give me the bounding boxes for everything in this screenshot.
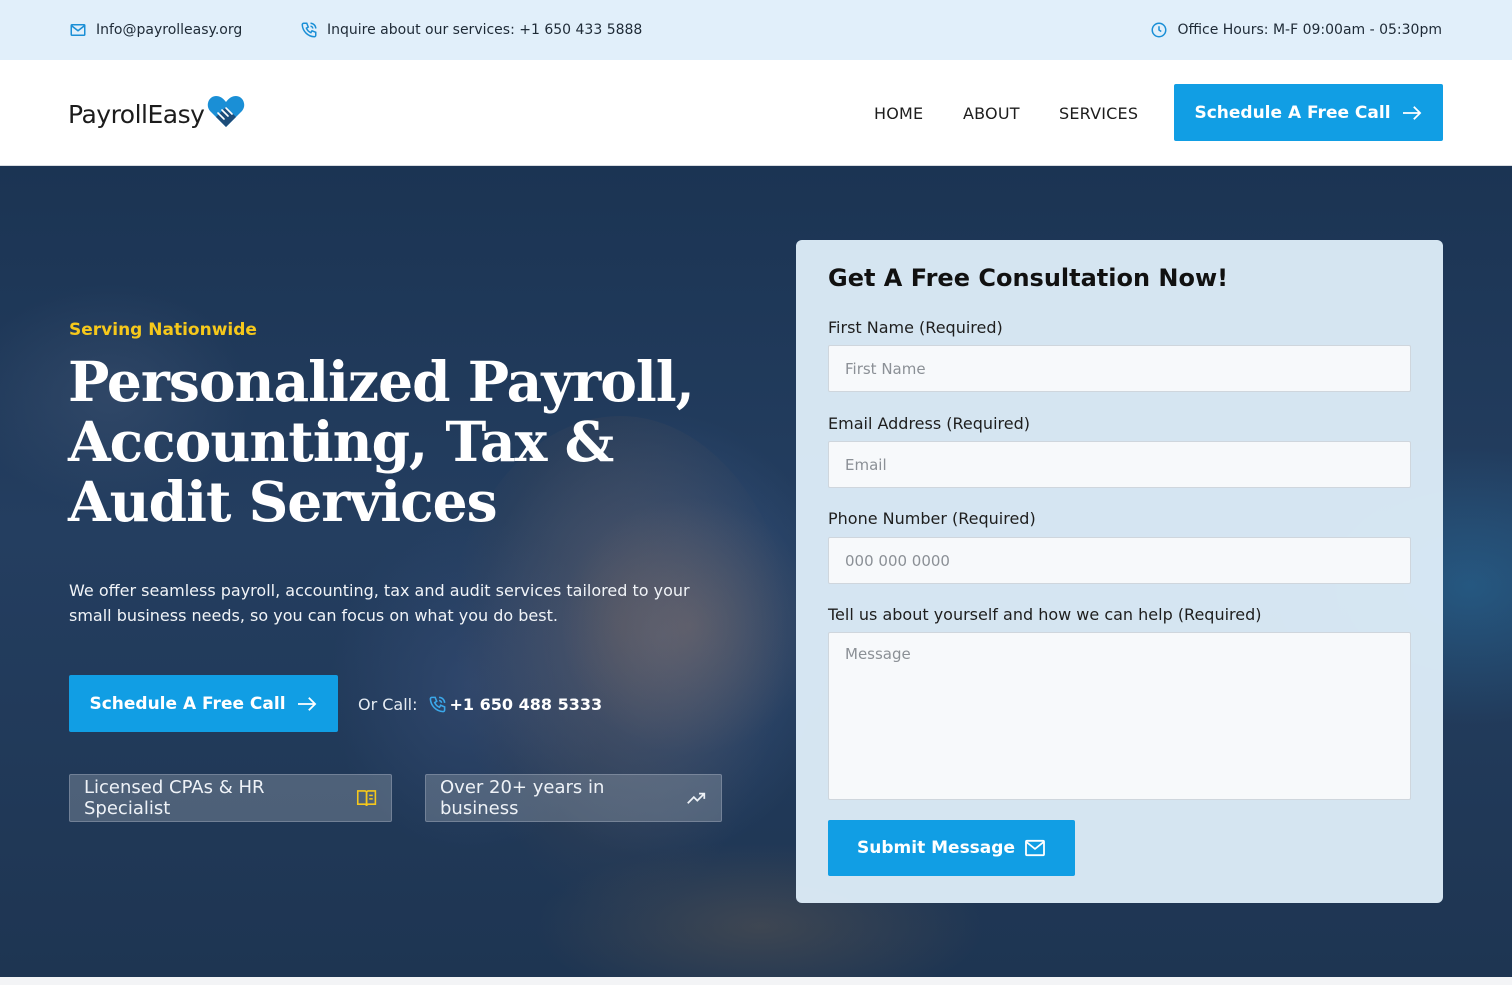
submit-message-label: Submit Message xyxy=(857,838,1015,858)
message-textarea[interactable] xyxy=(828,632,1411,800)
phone-icon xyxy=(301,22,317,38)
top-info-bar: Info@payrolleasy.org Inquire about our s… xyxy=(0,0,1512,60)
logo-text: PayrollEasy xyxy=(68,99,205,129)
hero-section: Serving Nationwide Personalized Payroll,… xyxy=(0,166,1512,977)
badge-licensed-cpas-text: Licensed CPAs & HR Specialist xyxy=(84,777,265,819)
email-input[interactable] xyxy=(828,441,1411,488)
topbar-email-text: Info@payrolleasy.org xyxy=(96,22,243,38)
hero-tagline: Serving Nationwide xyxy=(69,320,257,340)
hero-schedule-call-button[interactable]: Schedule A Free Call xyxy=(69,675,338,732)
nav-about[interactable]: ABOUT xyxy=(963,104,1020,124)
hero-headline: Personalized Payroll, Accounting, Tax & … xyxy=(68,349,695,534)
heart-handshake-icon xyxy=(208,96,245,127)
mail-icon xyxy=(1025,839,1045,857)
badge-licensed-cpas: Licensed CPAs & HR Specialist xyxy=(69,774,392,822)
email-label: Email Address (Required) xyxy=(828,414,1030,433)
book-icon xyxy=(356,790,377,807)
or-call-number[interactable]: +1 650 488 5333 xyxy=(450,695,603,714)
mail-icon xyxy=(70,24,86,36)
hero-schedule-call-label: Schedule A Free Call xyxy=(89,693,286,714)
trending-up-icon xyxy=(687,792,706,804)
header-schedule-call-button[interactable]: Schedule A Free Call xyxy=(1174,84,1443,141)
nav-services[interactable]: SERVICES xyxy=(1059,104,1138,124)
phone-icon xyxy=(429,696,445,712)
arrow-right-icon xyxy=(1402,105,1421,120)
consultation-form-card: Get A Free Consultation Now! First Name … xyxy=(796,240,1443,903)
site-header: PayrollEasy HOME ABOUT SERVICES Schedule… xyxy=(0,60,1512,166)
phone-input[interactable] xyxy=(828,537,1411,584)
topbar-email[interactable]: Info@payrolleasy.org xyxy=(69,20,242,40)
phone-label: Phone Number (Required) xyxy=(828,509,1036,528)
topbar-hours: Office Hours: M-F 09:00am - 05:30pm xyxy=(1150,20,1442,40)
badge-years-text: Over 20+ years in business xyxy=(440,777,605,819)
hero-subtext: We offer seamless payroll, accounting, t… xyxy=(69,581,690,625)
form-title: Get A Free Consultation Now! xyxy=(828,264,1229,292)
topbar-phone-text: Inquire about our services: +1 650 433 5… xyxy=(327,22,643,38)
submit-message-button[interactable]: Submit Message xyxy=(828,820,1075,876)
or-call-label: Or Call: xyxy=(358,694,418,714)
or-call: Or Call: +1 650 488 5333 xyxy=(358,693,602,715)
first-name-label: First Name (Required) xyxy=(828,318,1003,337)
nav-home[interactable]: HOME xyxy=(874,104,923,124)
logo[interactable]: PayrollEasy xyxy=(68,94,246,134)
topbar-phone[interactable]: Inquire about our services: +1 650 433 5… xyxy=(300,20,642,40)
page-bottom-strip xyxy=(0,977,1512,985)
clock-icon xyxy=(1151,22,1167,38)
arrow-right-icon xyxy=(297,696,316,711)
first-name-input[interactable] xyxy=(828,345,1411,392)
topbar-hours-text: Office Hours: M-F 09:00am - 05:30pm xyxy=(1177,22,1442,38)
message-label: Tell us about yourself and how we can he… xyxy=(828,605,1262,624)
header-schedule-call-label: Schedule A Free Call xyxy=(1194,102,1391,123)
badge-years-in-business: Over 20+ years in business xyxy=(425,774,722,822)
